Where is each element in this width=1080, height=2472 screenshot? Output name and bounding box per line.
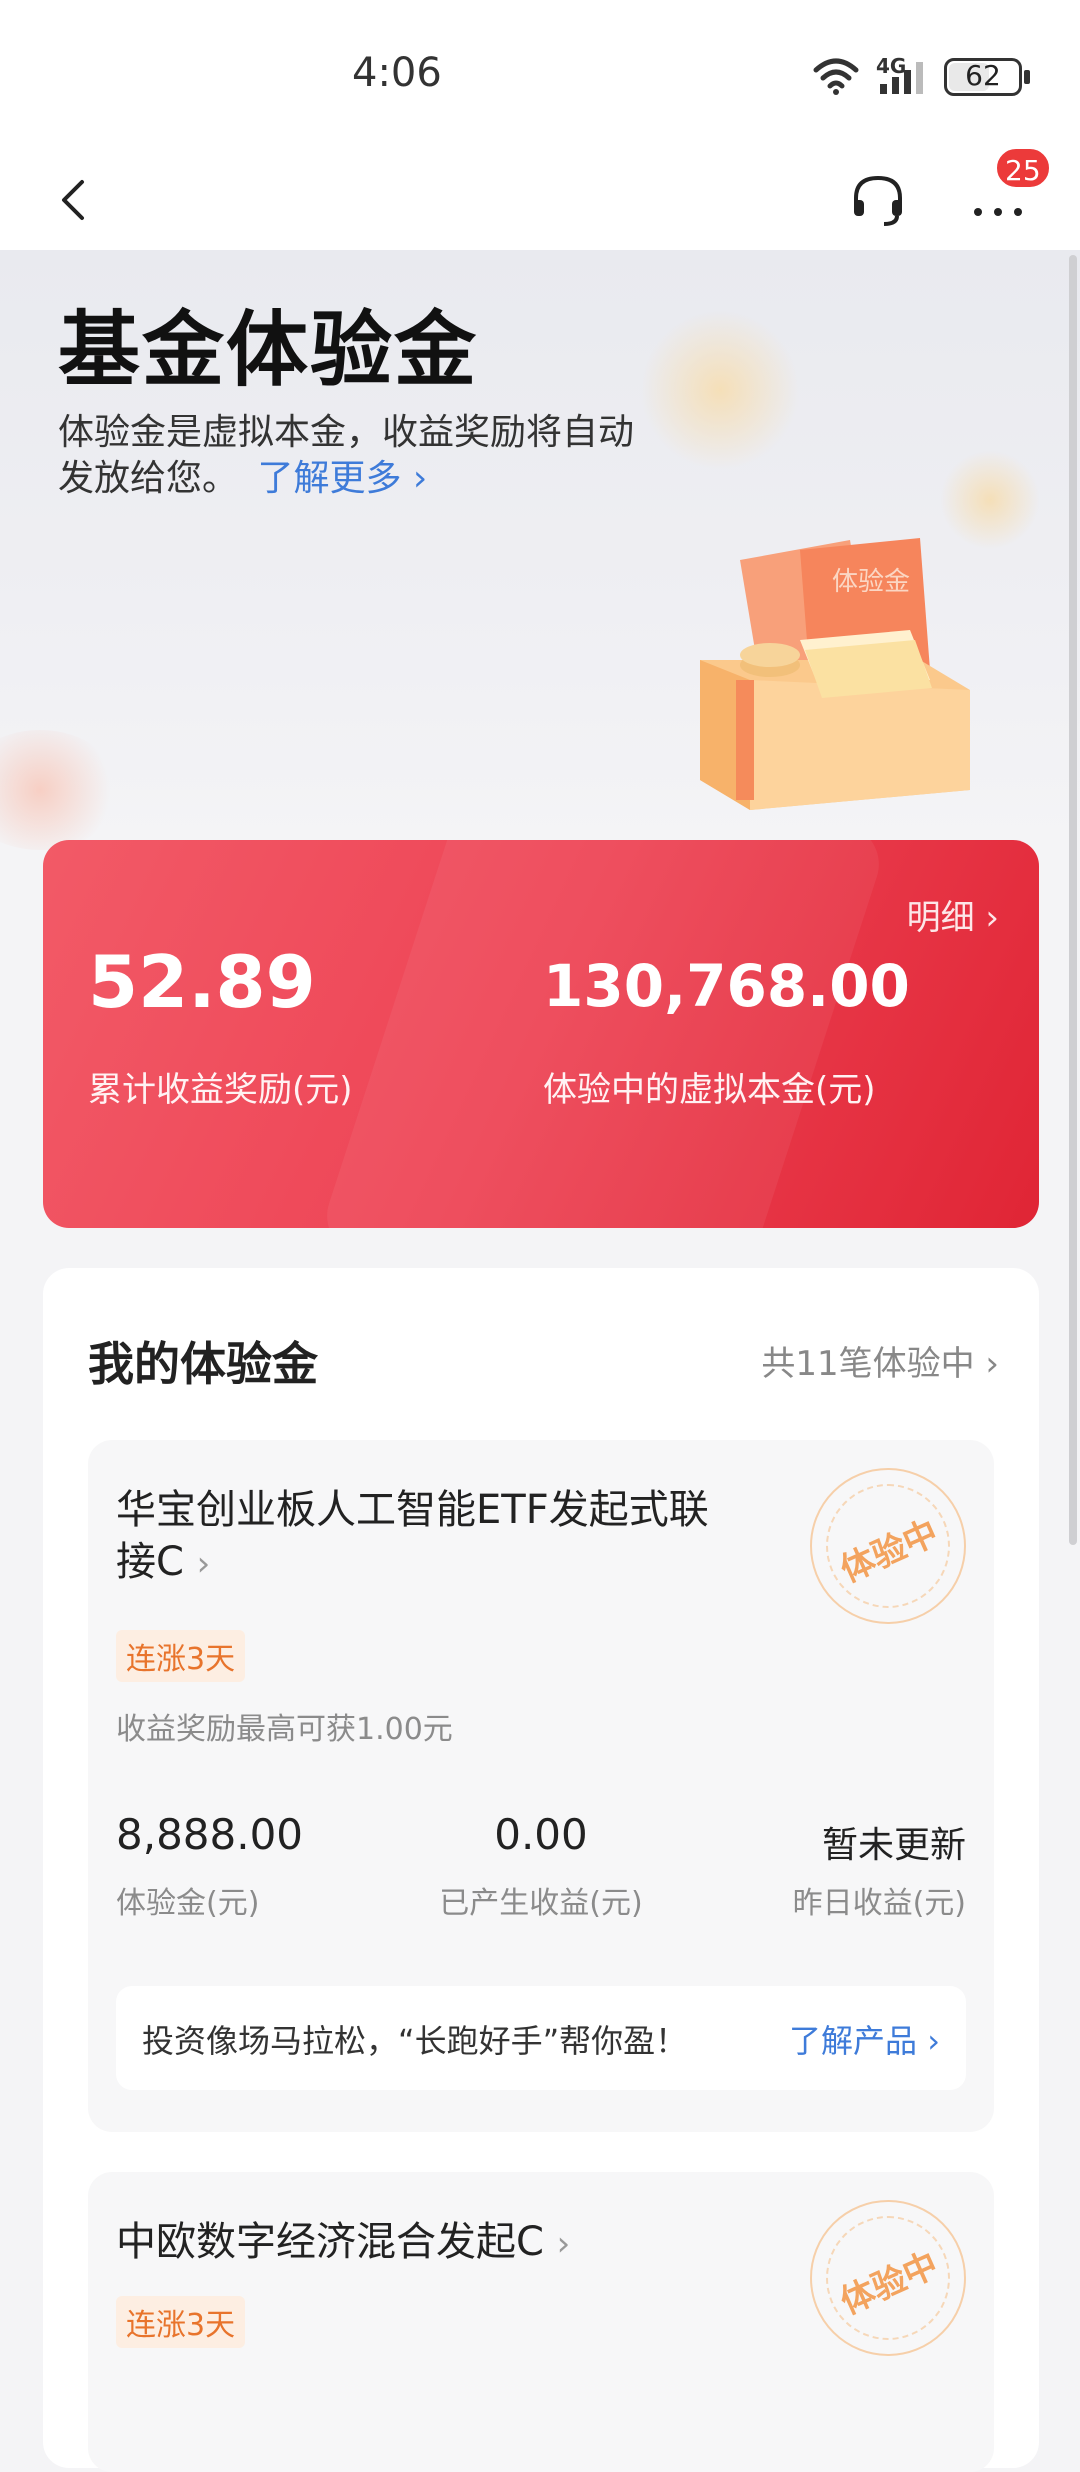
nav-bar [0,150,1080,250]
scrollbar[interactable] [1069,255,1077,1545]
learn-product-label: 了解产品 [789,2022,918,2060]
section-title: 我的体验金 [88,1337,318,1391]
in-trial-stamp: 体验中 [810,2200,966,2356]
fund-card[interactable]: 中欧数字经济混合发起C › 体验中 连涨3天 [88,2172,994,2472]
back-icon [62,180,84,220]
promo-text: 投资像场马拉松，“长跑好手”帮你盈！ [142,2022,688,2060]
decor-glow [640,310,800,470]
promo-bar[interactable]: 投资像场马拉松，“长跑好手”帮你盈！ 了解产品 › [116,1986,966,2090]
fund-name[interactable]: 华宝创业板人工智能ETF发起式联接C › [116,1484,736,1590]
generated-income-label: 已产生收益(元) [439,1886,643,1921]
status-time: 4:06 [352,50,442,96]
trial-count-label: 共11笔体验中 [761,1344,975,1384]
detail-link-label: 明细 [906,898,975,938]
signal-icon [880,62,923,94]
in-trial-stamp: 体验中 [810,1468,966,1624]
headset-icon [854,175,902,226]
principal-value: 130,768.00 [543,952,910,1020]
generated-income-value: 0.00 [494,1810,588,1859]
learn-more-label: 了解更多 [257,458,402,499]
back-button[interactable] [48,170,108,230]
fund-name-text: 中欧数字经济混合发起C [116,2219,544,2265]
decor-glow [0,730,120,850]
battery-text: 62 [965,59,1001,92]
illustration-label: 体验金 [832,567,910,597]
chevron-right-icon: › [556,2224,571,2264]
yesterday-income-value: 暂未更新 [821,1825,966,1866]
fund-name[interactable]: 中欧数字经济混合发起C › [116,2216,736,2270]
battery-indicator: 62 [944,58,1022,96]
yesterday-income-label: 昨日收益(元) [792,1886,966,1921]
detail-link[interactable]: 明细 › [907,890,999,939]
learn-more-link[interactable]: 了解更多 › [257,458,427,499]
total-reward-value: 52.89 [88,940,316,1024]
reward-summary-card: 明细 › 52.89 累计收益奖励(元) 130,768.00 体验中的虚拟本金… [43,840,1039,1228]
trial-amount-value: 8,888.00 [116,1810,304,1859]
rise-tag: 连涨3天 [116,2296,246,2348]
hero-description: 体验金是虚拟本金，收益奖励将自动发放给您。 了解更多 › [58,410,658,502]
battery-tip [1024,70,1030,84]
wifi-icon [813,58,859,95]
card-sheen [316,840,890,1228]
trial-amount-label: 体验金(元) [116,1886,260,1921]
page-title: 基金体验金 [58,303,479,398]
customer-service-button[interactable] [848,168,908,232]
notification-badge: 25 [994,146,1052,190]
reward-note: 收益奖励最高可获1.00元 [116,1712,453,1747]
total-reward-label: 累计收益奖励(元) [88,1070,353,1110]
status-bar: 4:06 4G 62 [0,0,1080,150]
my-trial-money-panel: 我的体验金 共11笔体验中 › 华宝创业板人工智能ETF发起式联接C › 体验中… [43,1268,1039,2472]
gift-box-illustration: 体验金 [700,538,970,810]
principal-label: 体验中的虚拟本金(元) [543,1070,876,1110]
learn-product-link[interactable]: 了解产品 › [789,2016,940,2062]
chevron-right-icon: › [196,1544,211,1584]
trial-count-link[interactable]: 共11笔体验中 › [761,1336,999,1385]
fund-card[interactable]: 华宝创业板人工智能ETF发起式联接C › 体验中 连涨3天 收益奖励最高可获1.… [88,1440,994,2132]
rise-tag: 连涨3天 [116,1630,246,1682]
